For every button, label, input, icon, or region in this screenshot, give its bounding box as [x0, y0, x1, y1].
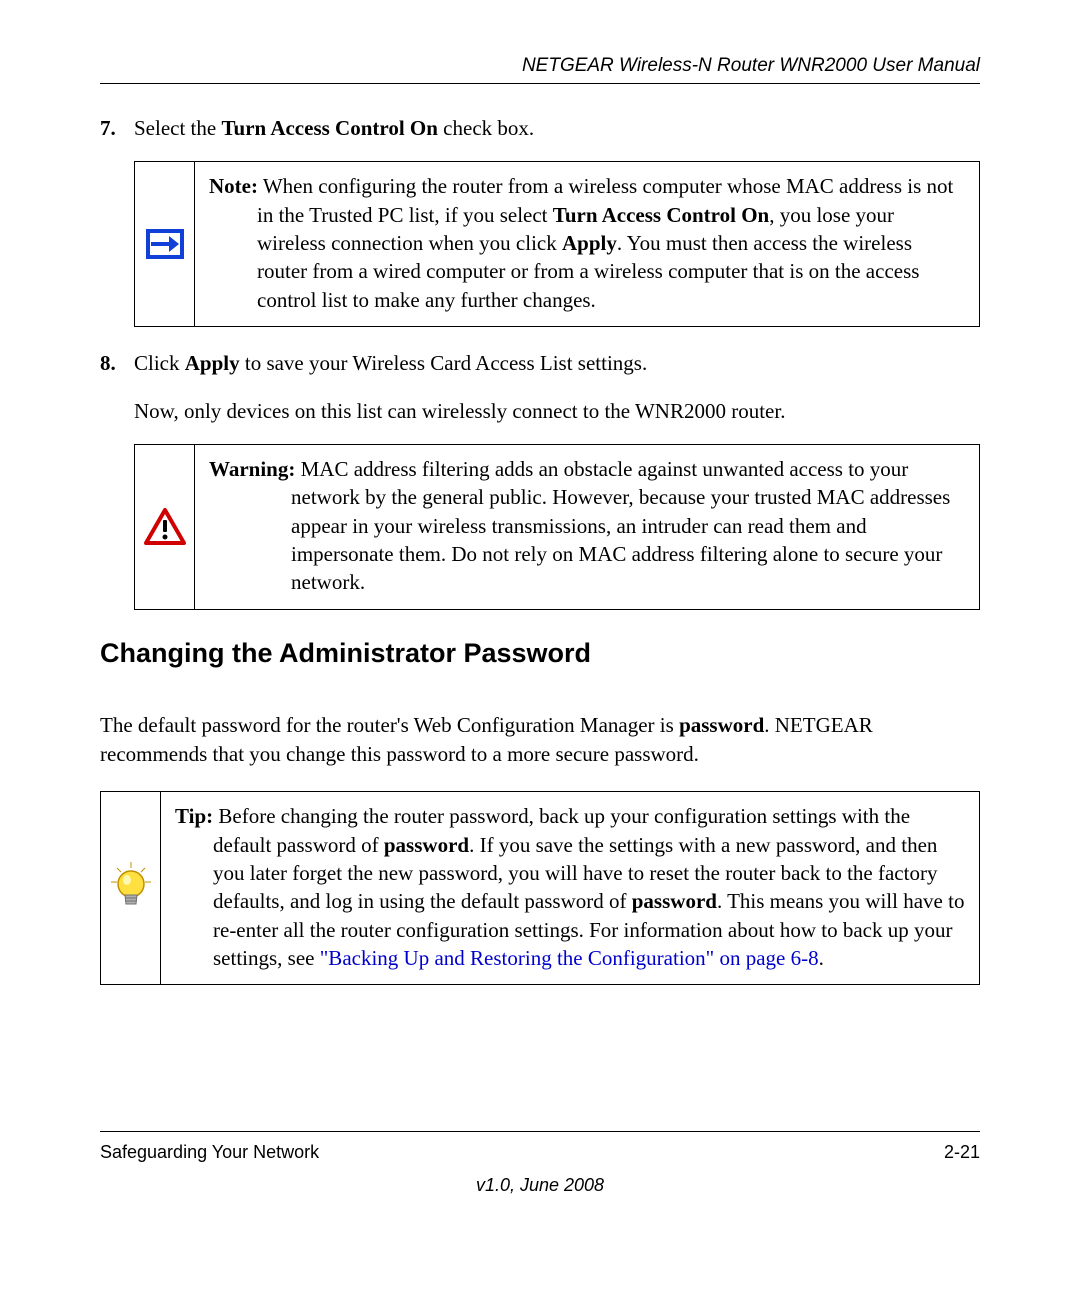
step-text: Click Apply to save your Wireless Card A… — [134, 349, 980, 378]
note-bold2: Apply — [562, 231, 617, 255]
intro-t1: The default password for the router's We… — [100, 713, 679, 737]
text-pre: Select the — [134, 116, 221, 140]
step-8: 8. Click Apply to save your Wireless Car… — [100, 349, 980, 378]
note-bold1: Turn Access Control On — [553, 203, 769, 227]
tip-text: Tip: Before changing the router password… — [161, 792, 979, 984]
note-label: Note: — [209, 174, 258, 198]
warning-triangle-icon — [135, 445, 195, 609]
footer-version: v1.0, June 2008 — [100, 1175, 980, 1196]
warning-body: MAC address filtering adds an obstacle a… — [291, 457, 950, 594]
warning-text: Warning: MAC address filtering adds an o… — [195, 445, 979, 609]
intro-paragraph: The default password for the router's We… — [100, 711, 980, 770]
text-post: to save your Wireless Card Access List s… — [240, 351, 648, 375]
tip-link[interactable]: "Backing Up and Restoring the Configurat… — [320, 946, 819, 970]
tip-callout: Tip: Before changing the router password… — [100, 791, 980, 985]
step-number: 7. — [100, 114, 134, 143]
step-text: Select the Turn Access Control On check … — [134, 114, 980, 143]
tip-bold1: password — [384, 833, 469, 857]
note-callout: Note: When configuring the router from a… — [134, 161, 980, 327]
page-footer: Safeguarding Your Network 2-21 v1.0, Jun… — [100, 1131, 980, 1196]
warning-callout: Warning: MAC address filtering adds an o… — [134, 444, 980, 610]
section-heading: Changing the Administrator Password — [100, 638, 980, 669]
step-number: 8. — [100, 349, 134, 378]
tip-bold2: password — [632, 889, 717, 913]
step-7: 7. Select the Turn Access Control On che… — [100, 114, 980, 143]
intro-bold1: password — [679, 713, 764, 737]
text-post: check box. — [438, 116, 534, 140]
warning-label: Warning: — [209, 457, 295, 481]
tip-label: Tip: — [175, 804, 213, 828]
text-bold: Turn Access Control On — [221, 116, 437, 140]
note-arrow-icon — [135, 162, 195, 326]
tip-t4: . — [819, 946, 824, 970]
footer-page-number: 2-21 — [944, 1142, 980, 1163]
footer-section: Safeguarding Your Network — [100, 1142, 319, 1163]
page-header: NETGEAR Wireless-N Router WNR2000 User M… — [100, 55, 980, 84]
step-8-follow: Now, only devices on this list can wirel… — [134, 397, 980, 426]
text-pre: Click — [134, 351, 185, 375]
text-bold: Apply — [185, 351, 240, 375]
tip-lightbulb-icon — [101, 792, 161, 984]
note-text: Note: When configuring the router from a… — [195, 162, 979, 326]
